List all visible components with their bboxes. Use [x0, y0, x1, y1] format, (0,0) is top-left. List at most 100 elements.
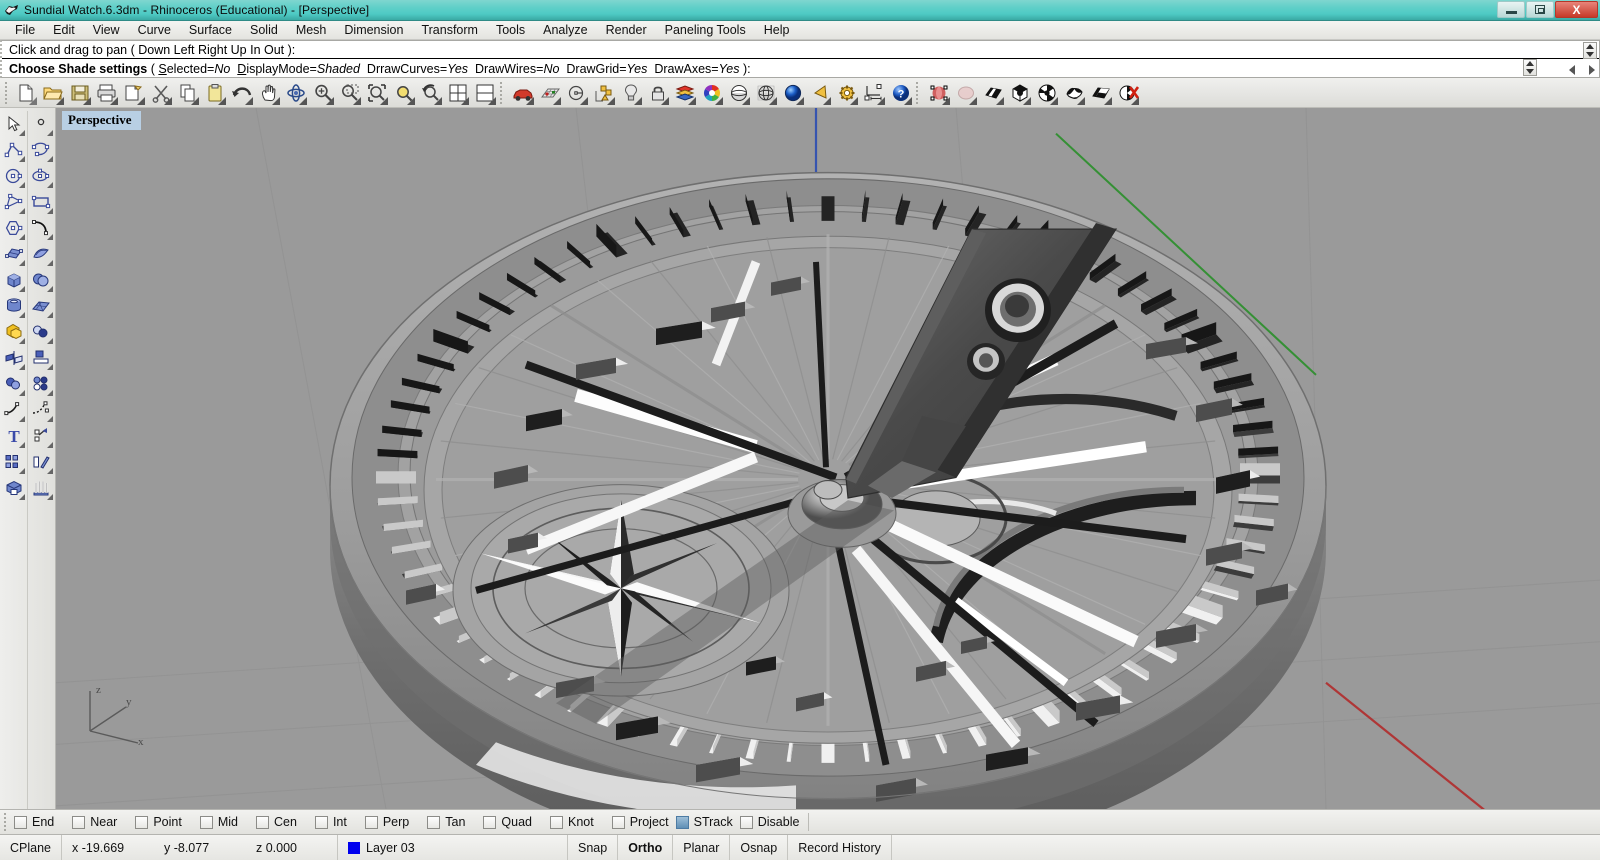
toolbar-grip[interactable] — [5, 81, 9, 104]
panel-cube-icon[interactable] — [1006, 80, 1033, 106]
scroll-up-icon[interactable] — [1586, 44, 1594, 49]
command-option-selected[interactable]: Selected=No — [158, 62, 230, 76]
perspective-viewport[interactable]: Perspective z y x — [56, 108, 1600, 809]
menu-file[interactable]: File — [6, 22, 44, 38]
zoom-extents-icon[interactable] — [363, 80, 390, 106]
menu-curve[interactable]: Curve — [129, 22, 180, 38]
menu-solid[interactable]: Solid — [241, 22, 287, 38]
open-folder-icon[interactable] — [39, 80, 66, 106]
menu-help[interactable]: Help — [755, 22, 799, 38]
split-viewport-icon[interactable] — [471, 80, 498, 106]
menu-transform[interactable]: Transform — [412, 22, 487, 38]
surface-sweep-icon[interactable] — [29, 241, 54, 267]
zoom-in-icon[interactable] — [309, 80, 336, 106]
zoom-selected-icon[interactable] — [390, 80, 417, 106]
osnap-cen-checkbox[interactable] — [256, 815, 269, 829]
planar-surface-icon[interactable] — [29, 293, 54, 319]
restore-button[interactable] — [1526, 1, 1554, 18]
osnap-knot-checkbox[interactable] — [550, 815, 563, 829]
osnap-disable-checkbox[interactable] — [739, 815, 753, 829]
control-point-curve-icon[interactable] — [29, 137, 54, 163]
trim-icon[interactable] — [29, 371, 54, 397]
layer-cell[interactable]: Layer 03 — [338, 835, 568, 860]
close-button[interactable]: X — [1555, 1, 1598, 18]
osnap-perp-checkbox[interactable] — [364, 815, 378, 829]
command-prev-icon[interactable] — [1569, 65, 1575, 75]
osnap-point-checkbox[interactable] — [135, 815, 149, 829]
command-prompt-line[interactable]: Choose Shade settings ( Selected=No Disp… — [2, 59, 1599, 77]
menu-analyze[interactable]: Analyze — [534, 22, 596, 38]
osnap-quad[interactable]: Quad — [483, 815, 532, 829]
osnap-quad-checkbox[interactable] — [483, 815, 497, 829]
cylinder-icon[interactable] — [1, 293, 26, 319]
rotate-view-icon[interactable] — [282, 80, 309, 106]
print-icon[interactable] — [93, 80, 120, 106]
polyline-icon[interactable] — [1, 137, 26, 163]
osnap-strack-checkbox[interactable] — [675, 815, 689, 829]
object-snap-icon[interactable] — [590, 80, 617, 106]
ortho-toggle[interactable]: Ortho — [618, 835, 674, 860]
panel-sphere-icon[interactable] — [1033, 80, 1060, 106]
layer-color-swatch[interactable] — [348, 841, 360, 854]
menu-dimension[interactable]: Dimension — [335, 22, 412, 38]
command-option-drawaxes[interactable]: DrawAxes=Yes — [654, 62, 739, 76]
osnap-project-checkbox[interactable] — [611, 815, 625, 829]
panel-delete-icon[interactable] — [1114, 80, 1141, 106]
extrude-icon[interactable] — [29, 345, 54, 371]
cap-planar-holes-icon[interactable] — [1, 475, 26, 501]
osnap-perp[interactable]: Perp — [364, 815, 409, 829]
grid-snap-icon[interactable] — [536, 80, 563, 106]
cplane-cell[interactable]: CPlane — [0, 835, 62, 860]
osnap-near-checkbox[interactable] — [72, 815, 86, 829]
menu-surface[interactable]: Surface — [180, 22, 241, 38]
viewport-label[interactable]: Perspective — [62, 111, 141, 130]
command-option-drawgrid[interactable]: DrawGrid=Yes — [566, 62, 647, 76]
rectangle-icon[interactable] — [29, 189, 54, 215]
osnap-near[interactable]: Near — [72, 815, 117, 829]
panel-grid-flat-icon[interactable] — [979, 80, 1006, 106]
box-solid-icon[interactable] — [1, 267, 26, 293]
menu-paneling-tools[interactable]: Paneling Tools — [656, 22, 755, 38]
help-icon[interactable]: ? — [887, 80, 914, 106]
loft-icon[interactable] — [29, 475, 54, 501]
prompt-scroll-down-icon[interactable] — [1526, 69, 1534, 74]
command-history-scrollbar[interactable] — [1583, 42, 1597, 59]
point-object-icon[interactable] — [29, 111, 54, 137]
ellipse-icon[interactable] — [29, 163, 54, 189]
viewport-layout-icon[interactable] — [444, 80, 471, 106]
light-bulb-icon[interactable] — [617, 80, 644, 106]
scissors-cut-icon[interactable] — [147, 80, 174, 106]
panel-flat-icon[interactable] — [1087, 80, 1114, 106]
menu-edit[interactable]: Edit — [44, 22, 84, 38]
arc-center-icon[interactable] — [563, 80, 590, 106]
select-arrow-icon[interactable] — [1, 111, 26, 137]
sphere-icon[interactable] — [29, 267, 54, 293]
osnap-toggle[interactable]: Osnap — [730, 835, 789, 860]
zoom-previous-icon[interactable] — [417, 80, 444, 106]
pan-hand-icon[interactable] — [255, 80, 282, 106]
ghosted-sphere-icon[interactable] — [752, 80, 779, 106]
lock-icon[interactable] — [644, 80, 671, 106]
text-object-icon[interactable]: T — [1, 423, 26, 449]
osnap-end-checkbox[interactable] — [14, 815, 27, 829]
command-option-drawwires[interactable]: DrawWires=No — [475, 62, 559, 76]
paneling-ghost-icon[interactable] — [952, 80, 979, 106]
dimension-icon[interactable] — [860, 80, 887, 106]
record-history-toggle[interactable]: Record History — [788, 835, 892, 860]
curve-through-points-icon[interactable] — [1, 189, 26, 215]
command-prompt-scrollbar[interactable] — [1523, 59, 1537, 76]
circle-center-icon[interactable] — [1, 163, 26, 189]
zoom-window-icon[interactable] — [336, 80, 363, 106]
prompt-scroll-up-icon[interactable] — [1526, 61, 1534, 66]
osnap-disable[interactable]: Disable — [739, 815, 799, 829]
fillet-curve-icon[interactable] — [1, 397, 26, 423]
arc-blend-icon[interactable] — [29, 215, 54, 241]
mirror-icon[interactable] — [29, 449, 54, 475]
osnap-tan[interactable]: Tan — [427, 815, 465, 829]
boolean-difference-icon[interactable] — [29, 319, 54, 345]
osnap-end[interactable]: End — [14, 815, 54, 829]
osnap-project[interactable]: Project — [611, 815, 669, 829]
plan ar-toggle[interactable]: Planar — [673, 835, 731, 860]
paneling-surface-icon[interactable] — [925, 80, 952, 106]
osnap-knot[interactable]: Knot — [550, 815, 594, 829]
